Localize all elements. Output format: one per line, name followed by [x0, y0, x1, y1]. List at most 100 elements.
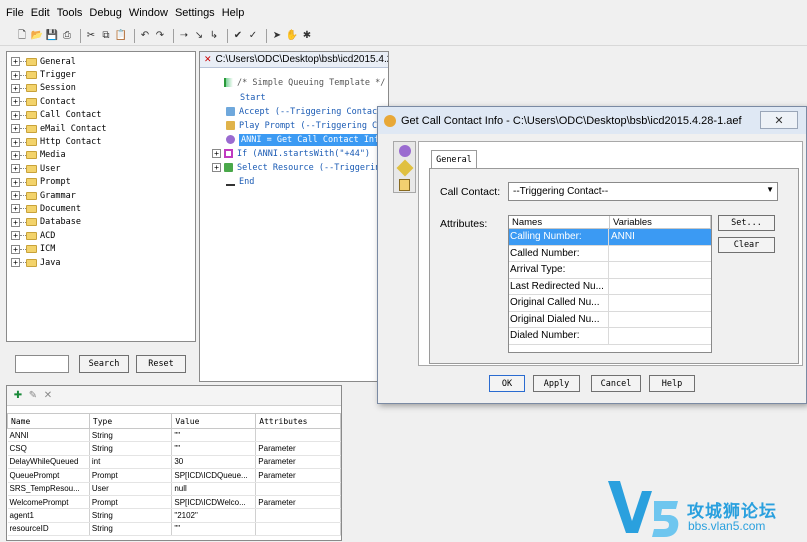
print-icon[interactable]: ⎙: [61, 30, 73, 42]
help-button[interactable]: Help: [649, 375, 695, 392]
expand-icon[interactable]: +: [11, 177, 20, 187]
close-button[interactable]: ✕: [760, 111, 798, 129]
table-row[interactable]: resourceID String "": [7, 522, 341, 537]
palette-item-document[interactable]: + Document: [7, 202, 195, 215]
search-button[interactable]: Search: [79, 355, 129, 373]
redo-icon[interactable]: ↷: [154, 30, 166, 42]
menu-file[interactable]: File: [6, 7, 24, 19]
palette-search-input[interactable]: [15, 355, 69, 373]
close-tab-icon[interactable]: ✕: [204, 54, 212, 65]
palette-item-trigger[interactable]: + Trigger: [7, 68, 195, 81]
palette-item-contact[interactable]: + Contact: [7, 95, 195, 108]
tab-general[interactable]: General: [431, 150, 477, 168]
attribute-row-last-redirected-number[interactable]: Last Redirected Nu...: [509, 278, 711, 295]
table-row[interactable]: agent1 String "2102": [7, 508, 341, 523]
attribute-row-called-number[interactable]: Called Number:: [509, 245, 711, 262]
palette-item-http-contact[interactable]: + Http Contact: [7, 135, 195, 148]
palette-item-session[interactable]: + Session: [7, 82, 195, 95]
palette-item-user[interactable]: + User: [7, 162, 195, 175]
column-header-name[interactable]: Name: [7, 413, 90, 429]
script-step-select-resource[interactable]: + Select Resource (--Triggering: [212, 161, 385, 174]
expand-icon[interactable]: +: [11, 258, 20, 268]
attribute-row-dialed-number[interactable]: Dialed Number:: [509, 328, 711, 345]
cancel-button[interactable]: Cancel: [591, 375, 641, 392]
menu-settings[interactable]: Settings: [175, 7, 215, 19]
script-step-start[interactable]: Start: [240, 91, 266, 104]
breakpoint-icon[interactable]: ✱: [301, 30, 313, 42]
menu-help[interactable]: Help: [222, 7, 245, 19]
new-variable-icon[interactable]: ✚: [12, 390, 24, 402]
expand-icon[interactable]: +: [11, 110, 20, 120]
expand-icon[interactable]: +: [11, 244, 20, 254]
save-icon[interactable]: 💾: [46, 30, 58, 42]
expand-icon[interactable]: +: [11, 231, 20, 241]
validate-icon[interactable]: ✔: [232, 30, 244, 42]
stop-hand-icon[interactable]: ✋: [286, 30, 298, 42]
expand-icon[interactable]: +: [11, 97, 20, 107]
palette-item-email-contact[interactable]: + eMail Contact: [7, 122, 195, 135]
script-step-get-call-contact-info[interactable]: ANNI = Get Call Contact Info: [226, 133, 390, 146]
column-header-names[interactable]: Names: [509, 216, 610, 229]
palette-item-database[interactable]: + Database: [7, 216, 195, 229]
menu-tools[interactable]: Tools: [57, 7, 83, 19]
call-contact-select[interactable]: --Triggering Contact-- ▼: [508, 182, 778, 201]
palette-item-grammar[interactable]: + Grammar: [7, 189, 195, 202]
dialog-titlebar[interactable]: Get Call Contact Info - C:\Users\ODC\Des…: [378, 107, 806, 134]
expand-icon[interactable]: +: [11, 137, 20, 147]
menu-window[interactable]: Window: [129, 7, 168, 19]
expand-icon[interactable]: +: [212, 149, 221, 158]
column-header-type[interactable]: Type: [88, 413, 173, 429]
column-header-attributes[interactable]: Attributes: [255, 413, 341, 429]
debug-icon[interactable]: ✓: [247, 30, 259, 42]
apply-button[interactable]: Apply: [533, 375, 580, 392]
attribute-row-arrival-type[interactable]: Arrival Type:: [509, 262, 711, 279]
palette-item-acd[interactable]: + ACD: [7, 229, 195, 242]
step-into-icon[interactable]: ↘: [193, 30, 205, 42]
palette-item-media[interactable]: + Media: [7, 149, 195, 162]
ok-button[interactable]: OK: [489, 375, 525, 392]
column-header-variables[interactable]: Variables: [610, 216, 711, 229]
attribute-row-calling-number[interactable]: Calling Number: ANNI: [509, 229, 711, 246]
script-step-accept[interactable]: Accept (--Triggering Contact--): [226, 105, 398, 118]
general-page-icon[interactable]: [399, 145, 411, 157]
menu-edit[interactable]: Edit: [31, 7, 50, 19]
step-over-icon[interactable]: ↳: [208, 30, 220, 42]
table-row[interactable]: CSQ String "" Parameter: [7, 441, 341, 456]
script-tab-title[interactable]: ✕ C:\Users\ODC\Desktop\bsb\icd2015.4.28-…: [200, 52, 388, 68]
chevron-down-icon[interactable]: ▼: [766, 185, 774, 194]
expand-icon[interactable]: +: [11, 150, 20, 160]
expand-icon[interactable]: +: [11, 164, 20, 174]
expand-icon[interactable]: +: [11, 191, 20, 201]
attribute-row-original-dialed-number[interactable]: Original Dialed Nu...: [509, 311, 711, 328]
table-row[interactable]: SRS_TempResou... User null: [7, 482, 341, 496]
table-row[interactable]: DelayWhileQueued int 30 Parameter: [7, 455, 341, 470]
expand-icon[interactable]: +: [11, 70, 20, 80]
attribute-row-original-called-number[interactable]: Original Called Nu...: [509, 295, 711, 312]
expand-icon[interactable]: +: [11, 57, 20, 67]
cut-icon[interactable]: ✂: [85, 30, 97, 42]
script-step-comment[interactable]: /* Simple Queuing Template */: [224, 76, 385, 89]
set-button[interactable]: Set...: [718, 215, 775, 231]
undo-icon[interactable]: ↶: [139, 30, 151, 42]
expand-icon[interactable]: +: [11, 204, 20, 214]
column-header-value[interactable]: Value: [171, 413, 257, 429]
script-step-end[interactable]: End: [226, 175, 254, 188]
edit-variable-icon[interactable]: ✎: [27, 390, 39, 402]
script-step-if[interactable]: + If (ANNI.startsWith("+44"): [212, 147, 370, 160]
copy-icon[interactable]: ⧉: [100, 30, 112, 42]
paste-icon[interactable]: 📋: [115, 30, 127, 42]
table-row[interactable]: ANNI String "": [7, 428, 341, 443]
palette-item-call-contact[interactable]: + Call Contact: [7, 109, 195, 122]
expand-icon[interactable]: +: [212, 163, 221, 172]
run-icon[interactable]: ➤: [271, 30, 283, 42]
delete-variable-icon[interactable]: ✕: [42, 390, 54, 402]
open-folder-icon[interactable]: 📂: [31, 30, 43, 42]
comments-page-icon[interactable]: [396, 159, 414, 177]
palette-item-general[interactable]: + General: [7, 55, 195, 68]
new-file-icon[interactable]: 🗋: [16, 30, 28, 42]
palette-item-java[interactable]: + Java: [7, 256, 195, 269]
table-row[interactable]: WelcomePrompt Prompt SP[ICD\ICDWelco... Par…: [7, 495, 341, 510]
document-page-icon[interactable]: [399, 179, 410, 191]
table-row[interactable]: QueuePrompt Prompt SP[ICD\ICDQueue... Param…: [7, 468, 341, 483]
palette-item-prompt[interactable]: + Prompt: [7, 176, 195, 189]
